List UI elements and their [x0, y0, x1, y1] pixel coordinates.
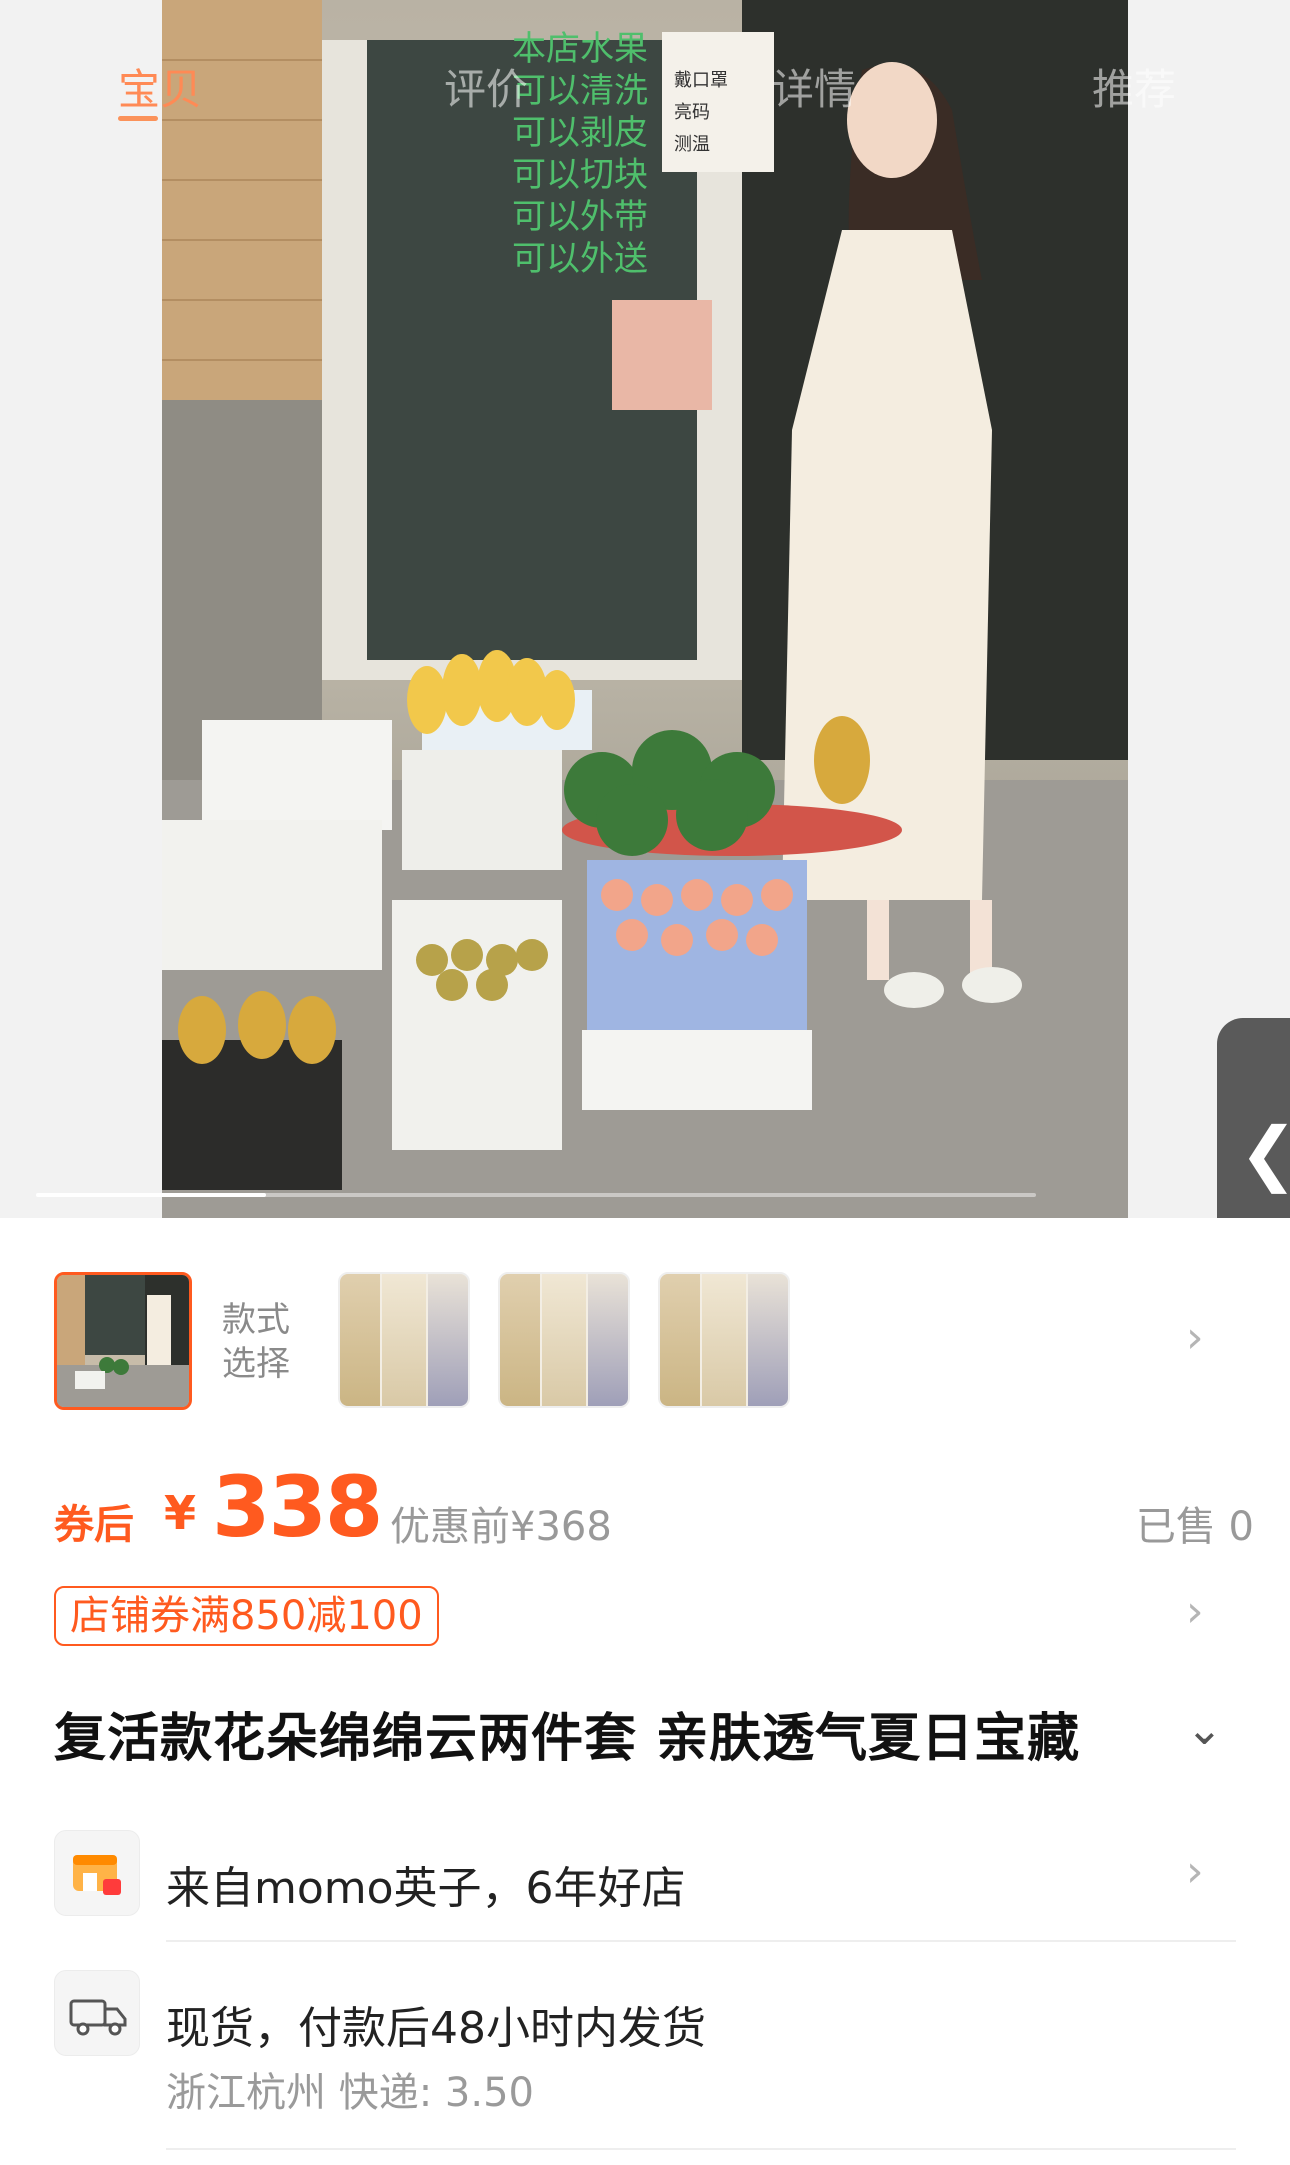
shipping-origin: 浙江杭州 快递: 3.50 — [166, 2070, 534, 2116]
shipping-info: 现货，付款后48小时内发货 — [166, 2003, 706, 2054]
product-gallery[interactable]: 本店水果 可以清洗 可以剥皮 可以切块 可以外带 可以外送 戴口罩 亮码 测温 — [0, 0, 1290, 1218]
after-coupon-label: 券后 — [54, 1502, 134, 1548]
notice-line: 测温 — [674, 134, 710, 155]
product-photo[interactable]: 本店水果 可以清洗 可以剥皮 可以切块 可以外带 可以外送 戴口罩 亮码 测温 — [162, 0, 1128, 1218]
sign-line: 可以切块 — [512, 155, 648, 195]
tab-baby[interactable]: 宝贝 — [118, 56, 202, 117]
side-drawer-tab[interactable]: ❮ — [1217, 1018, 1290, 1218]
sign-line: 可以外带 — [512, 197, 648, 237]
variant-thumbnail[interactable] — [658, 1272, 790, 1408]
shop-coupon-badge[interactable]: 店铺券满850减100 — [54, 1586, 439, 1646]
gallery-progress-fill — [36, 1193, 266, 1197]
truck-icon — [54, 1970, 140, 2056]
chevron-down-icon[interactable]: ⌄ — [1186, 1704, 1223, 1755]
chevron-right-icon[interactable]: › — [1186, 1312, 1204, 1363]
original-price: 优惠前¥368 — [390, 1504, 612, 1550]
top-tab-bar: 宝贝 评价 详情 推荐 — [0, 40, 1290, 121]
sold-count: 已售 0 — [1135, 1504, 1254, 1550]
variant-thumbnail-selected[interactable] — [54, 1272, 192, 1410]
shop-info[interactable]: 来自momo英子，6年好店 — [166, 1852, 686, 1916]
divider — [166, 1940, 1236, 1942]
tab-reviews[interactable]: 评价 — [444, 56, 528, 117]
variant-label: 款式 选择 — [222, 1300, 290, 1384]
tab-recommend[interactable]: 推荐 — [1092, 56, 1176, 117]
variant-thumbnail[interactable] — [338, 1272, 470, 1408]
product-title: 复活款花朵绵绵云两件套 亲肤透气夏日宝藏 — [54, 1709, 1081, 1769]
divider — [166, 2148, 1236, 2150]
chevron-right-icon[interactable]: › — [1186, 1586, 1204, 1637]
chevron-left-icon: ❮ — [1239, 1118, 1290, 1188]
tab-details[interactable]: 详情 — [772, 56, 856, 117]
product-info-card: 款式 选择 › 券后 ¥ 338 优惠前¥368 已售 0 店铺券满850减10… — [0, 1218, 1290, 2165]
sign-line: 可以外送 — [512, 239, 648, 279]
price-row: 券后 ¥ 338 优惠前¥368 已售 0 — [54, 1458, 1254, 1568]
currency-symbol: ¥ — [164, 1486, 197, 1540]
variant-selector[interactable]: 款式 选择 › — [54, 1272, 1254, 1412]
store-icon — [54, 1830, 140, 1916]
active-tab-indicator — [118, 116, 158, 121]
chevron-right-icon[interactable]: › — [1186, 1846, 1204, 1897]
price-value: 338 — [212, 1458, 383, 1556]
variant-thumbnail[interactable] — [498, 1272, 630, 1408]
